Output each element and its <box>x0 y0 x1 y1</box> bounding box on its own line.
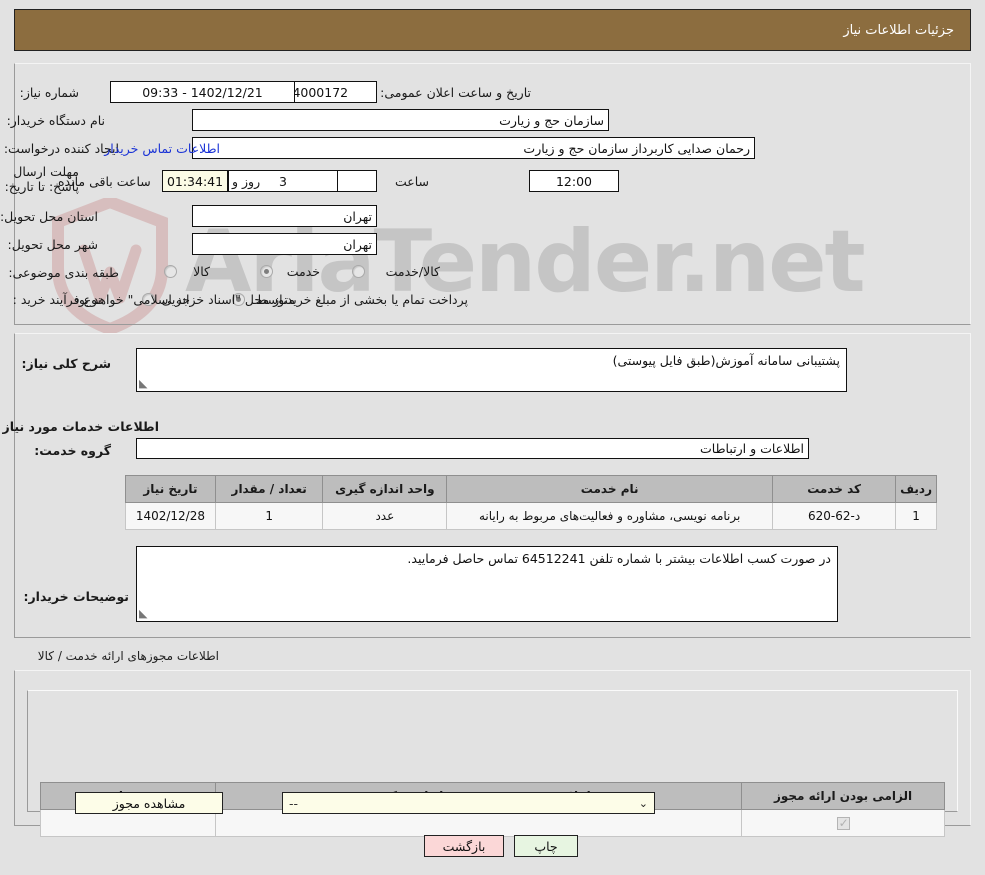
window-titlebar: جزئیات اطلاعات نیاز <box>14 9 971 51</box>
category-radio-khedmat[interactable] <box>260 265 273 278</box>
general-desc-textarea[interactable]: پشتیبانی سامانه آموزش(طبق فایل پیوستی) ◢ <box>136 348 847 392</box>
cell-service-code: د-62-620 <box>772 502 897 530</box>
permit-required-checkbox <box>836 816 850 830</box>
services-table-header-row: ردیف کد خدمت نام خدمت واحد اندازه گیری ت… <box>125 475 937 503</box>
category-label-kala: کالا <box>193 264 210 279</box>
service-group-label: گروه خدمت: <box>34 443 111 458</box>
category-radio-kala[interactable] <box>164 265 177 278</box>
category-radio-kala-khedmat[interactable] <box>352 265 365 278</box>
remaining-days-label: روز و <box>232 174 261 189</box>
page-title: جزئیات اطلاعات نیاز <box>843 22 954 38</box>
buyer-notes-textarea[interactable]: در صورت کسب اطلاعات بیشتر با شماره تلفن … <box>136 546 838 622</box>
buyer-org-label: نام دستگاه خریدار: <box>6 113 105 128</box>
public-announce-label: تاریخ و ساعت اعلان عمومی: <box>380 85 531 100</box>
permit-status-value: -- <box>289 795 299 811</box>
public-announce-value: 09:33 - 1402/12/21 <box>110 81 295 103</box>
service-group-value: اطلاعات و ارتباطات <box>136 438 809 459</box>
chevron-down-icon: ⌄ <box>638 796 648 810</box>
services-section-title: اطلاعات خدمات مورد نیاز <box>2 419 160 434</box>
city-label: شهر محل تحویل: <box>7 237 98 252</box>
cell-row-no: 1 <box>895 502 937 530</box>
buyer-contact-link[interactable]: اطلاعات تماس خریدار <box>104 141 220 156</box>
general-desc-value: پشتیبانی سامانه آموزش(طبق فایل پیوستی) <box>612 353 840 368</box>
request-creator-label: ایجاد کننده درخواست: <box>3 141 119 156</box>
back-button[interactable]: بازگشت <box>424 835 504 857</box>
permit-status-select[interactable]: ⌄ -- <box>282 792 655 814</box>
general-desc-label: شرح کلی نیاز: <box>21 356 111 371</box>
category-label-kala-khedmat: کالا/خدمت <box>385 264 440 279</box>
remaining-countdown-timer: 01:34:41 <box>162 170 228 192</box>
print-button[interactable]: چاپ <box>514 835 578 857</box>
treasury-note: پرداخت تمام یا بخشی از مبلغ خرید،از محل … <box>69 292 468 307</box>
request-creator-value: رحمان صدایی کاربرداز سازمان حج و زیارت <box>192 137 755 159</box>
buyer-org-value: سازمان حج و زیارت <box>192 109 609 131</box>
col-unit: واحد اندازه گیری <box>322 475 448 503</box>
view-permit-button[interactable]: مشاهده مجوز <box>75 792 223 814</box>
buyer-notes-value: در صورت کسب اطلاعات بیشتر با شماره تلفن … <box>407 551 831 566</box>
province-value: تهران <box>192 205 377 227</box>
table-row: 1 د-62-620 برنامه نویسی، مشاوره و فعالیت… <box>125 502 937 530</box>
category-label: طبقه بندی موضوعی: <box>8 265 119 280</box>
deadline-time-label: ساعت <box>394 174 429 189</box>
category-label-khedmat: خدمت <box>286 264 320 279</box>
col-row-no: ردیف <box>895 475 937 503</box>
cell-need-date: 1402/12/28 <box>125 502 216 530</box>
col-permit-required: الزامی بودن ارائه مجوز <box>741 782 945 810</box>
permits-section-title: اطلاعات مجوزهای ارائه خدمت / کالا <box>37 649 219 663</box>
need-number-label: شماره نیاز: <box>19 85 79 100</box>
col-service-code: کد خدمت <box>772 475 897 503</box>
deadline-time-value: 12:00 <box>529 170 619 192</box>
remaining-hours-label: ساعت باقی مانده <box>58 174 151 189</box>
cell-permit-required <box>741 809 945 837</box>
province-label: استان محل تحویل: <box>0 209 98 224</box>
services-table: ردیف کد خدمت نام خدمت واحد اندازه گیری ت… <box>125 475 937 530</box>
buyer-notes-label: توضیحات خریدار: <box>23 589 129 604</box>
resize-grip-icon[interactable]: ◢ <box>139 377 151 390</box>
resize-grip-icon[interactable]: ◢ <box>139 607 151 620</box>
col-quantity: تعداد / مقدار <box>214 475 324 503</box>
cell-unit: عدد <box>322 502 448 530</box>
cell-service-name: برنامه نویسی، مشاوره و فعالیت‌های مربوط … <box>446 502 774 530</box>
col-service-name: نام خدمت <box>446 475 774 503</box>
city-value: تهران <box>192 233 377 255</box>
cell-quantity: 1 <box>214 502 324 530</box>
col-need-date: تاریخ نیاز <box>125 475 216 503</box>
